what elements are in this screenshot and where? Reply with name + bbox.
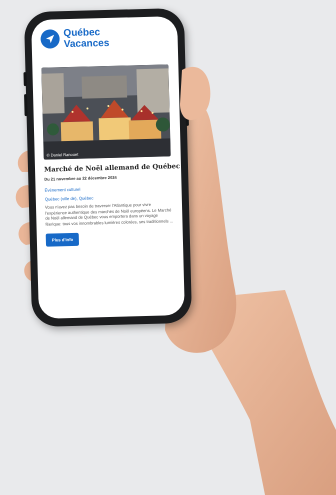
thumb-overlay <box>180 66 211 121</box>
